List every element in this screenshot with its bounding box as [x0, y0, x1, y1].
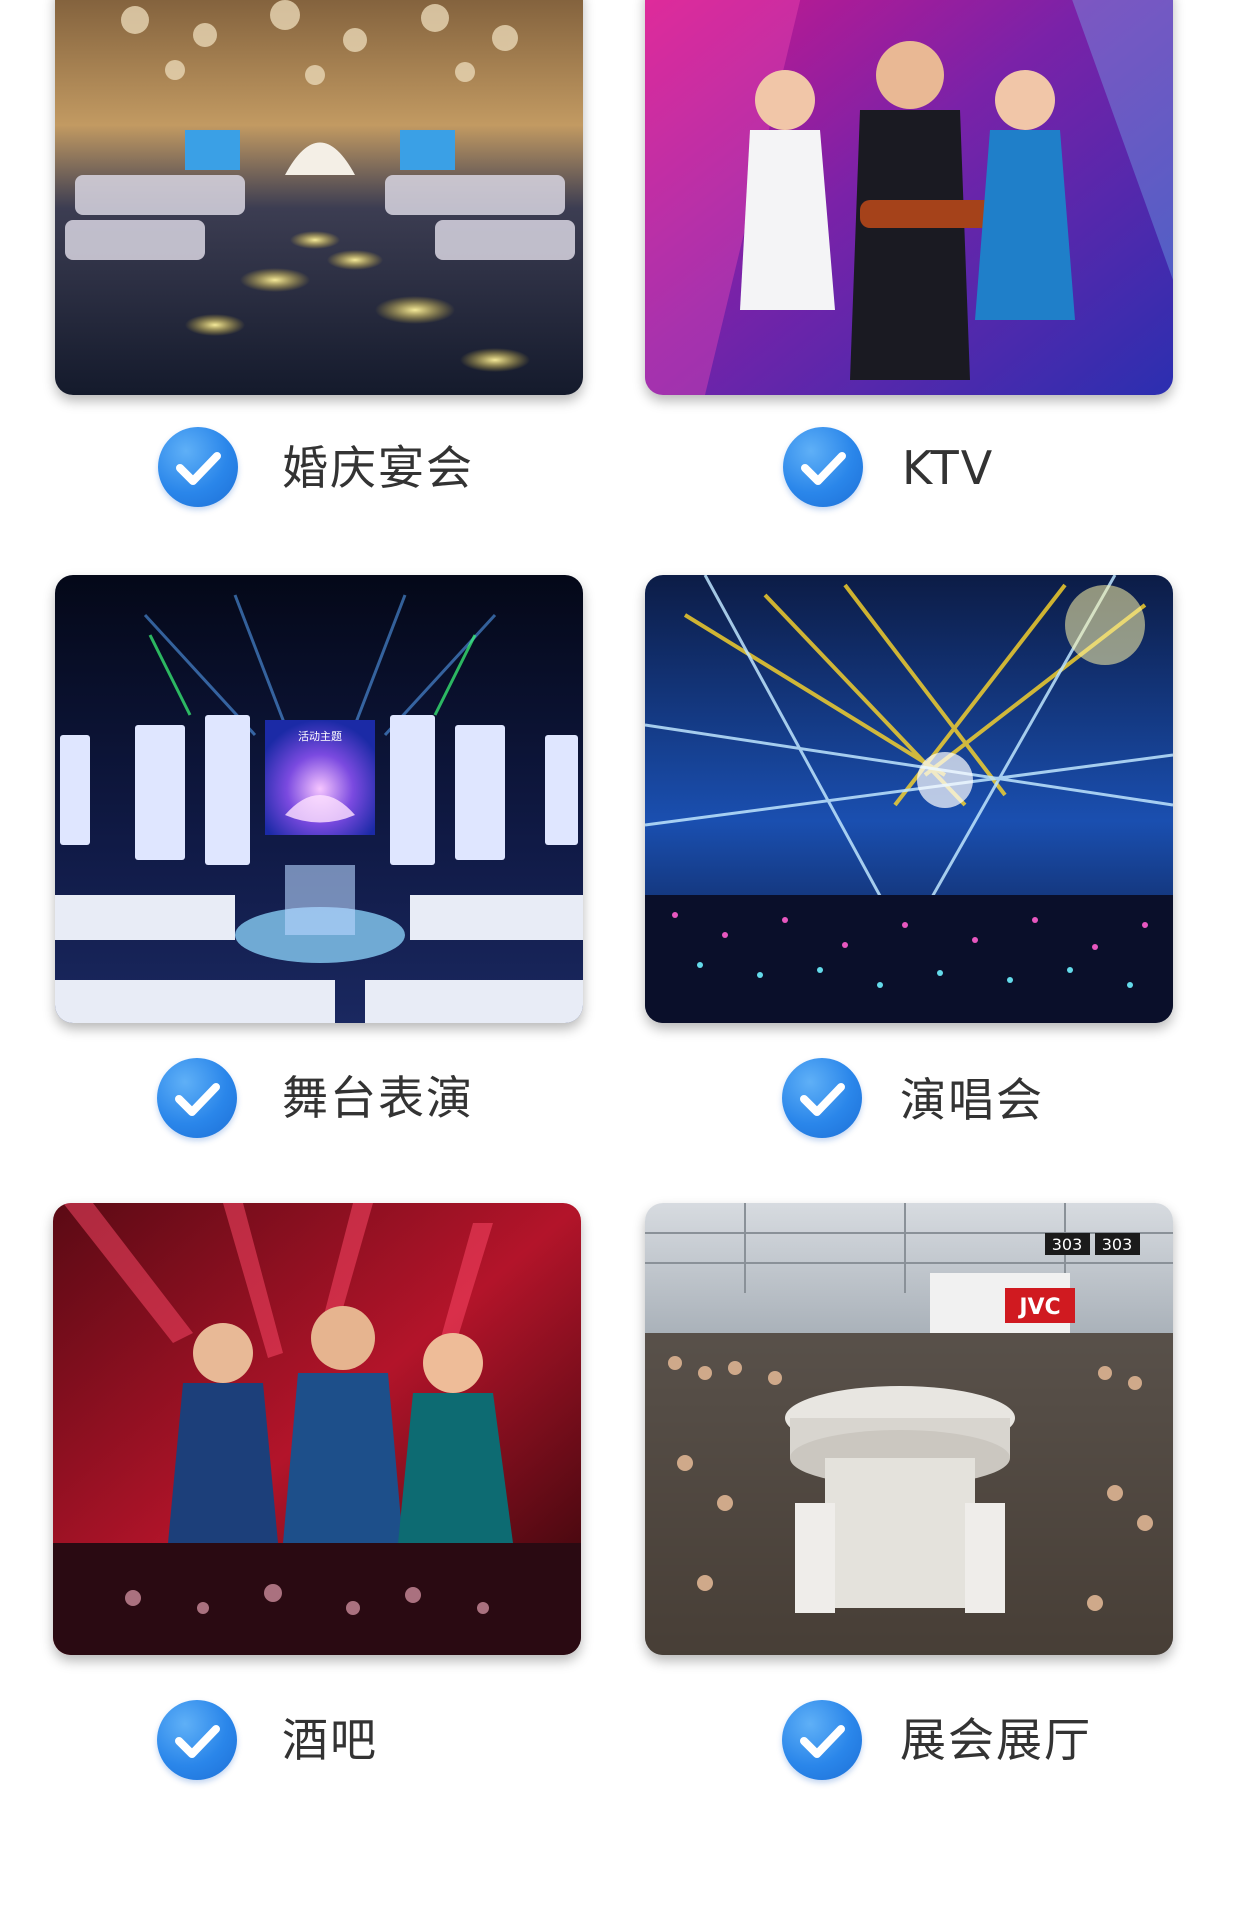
wedding-banquet-photo [55, 0, 583, 395]
check-circle-icon [782, 1058, 862, 1138]
scene-label: 酒吧 [282, 1713, 378, 1767]
check-circle-icon [157, 1700, 237, 1780]
scene-label: 展会展厅 [900, 1713, 1092, 1767]
check-circle-icon [158, 427, 238, 507]
check-circle-icon [157, 1058, 237, 1138]
booth-number: 303 [1102, 1235, 1133, 1254]
screen-title: 活动主题 [298, 730, 342, 743]
check-circle-icon [782, 1700, 862, 1780]
check-circle-icon [783, 427, 863, 507]
booth-sign: JVC [1017, 1295, 1060, 1320]
scene-label: 舞台表演 [282, 1071, 474, 1125]
concert-lights-photo [645, 575, 1173, 1023]
bar-party-photo [53, 1203, 581, 1655]
booth-number: 303 [1052, 1235, 1083, 1254]
ktv-singers-photo [645, 0, 1173, 395]
stage-performance-photo: 活动主题 [55, 575, 583, 1023]
scene-label: KTV [902, 441, 995, 495]
scene-label: 演唱会 [900, 1073, 1044, 1127]
exhibition-hall-photo: JVC 303 303 [645, 1203, 1173, 1655]
scene-label: 婚庆宴会 [282, 441, 474, 495]
